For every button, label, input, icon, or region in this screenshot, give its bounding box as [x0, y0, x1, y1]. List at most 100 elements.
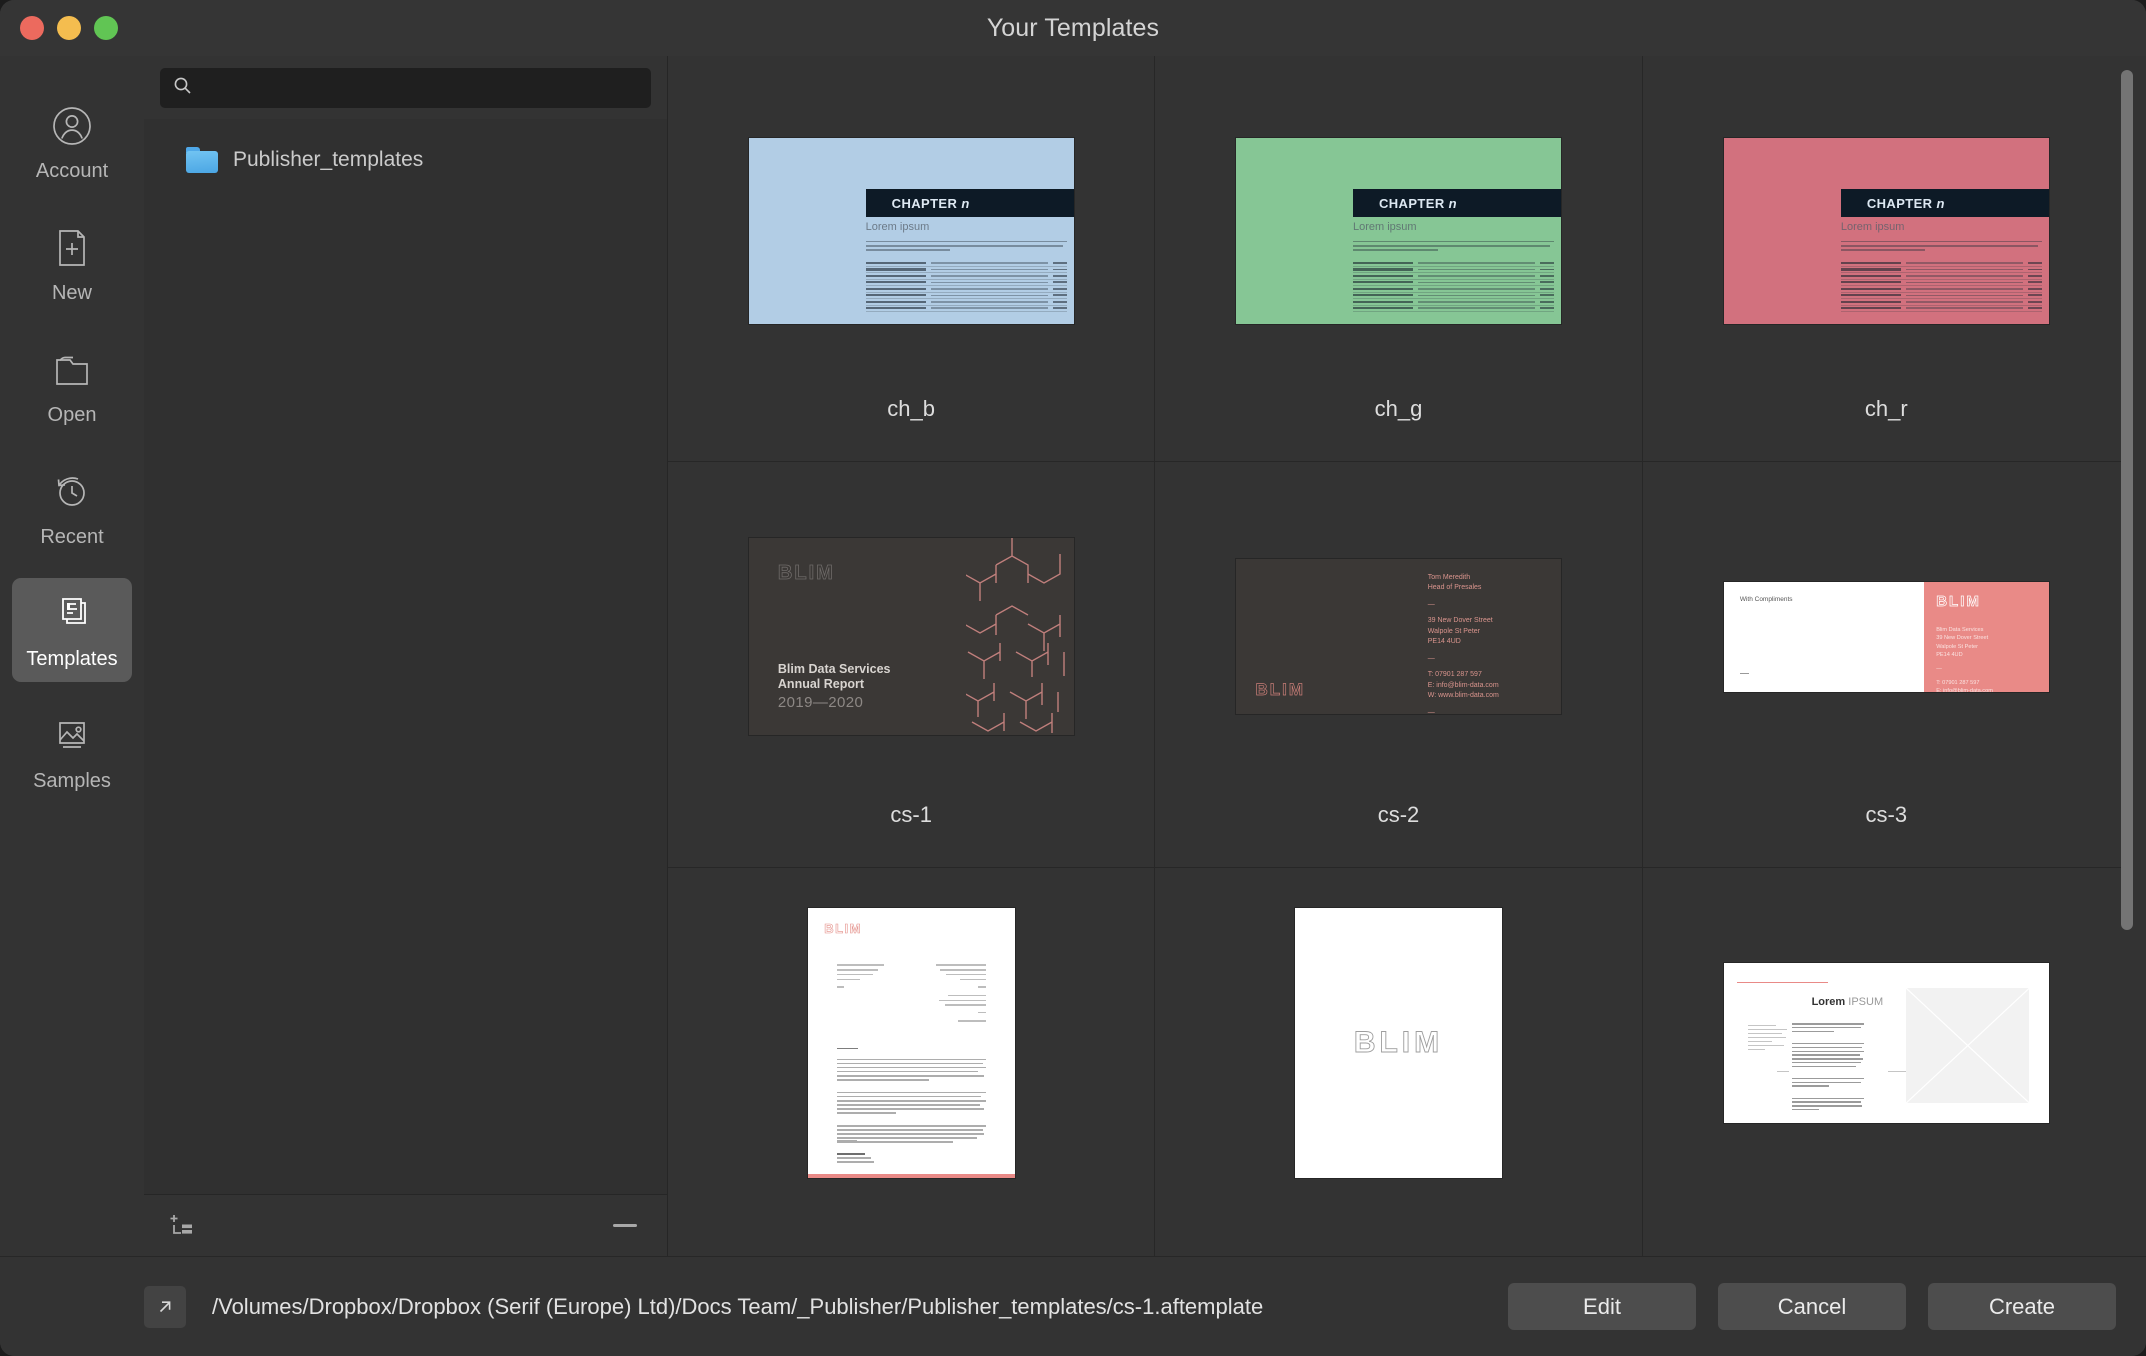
grid-scrollbar[interactable]	[2121, 70, 2133, 930]
chapter-band-italic: n	[1936, 196, 1944, 211]
template-label-cs-2: cs-2	[1378, 802, 1420, 828]
template-label-cs-1: cs-1	[890, 802, 932, 828]
template-label-ch_g: ch_g	[1375, 396, 1423, 422]
sidebar-item-account[interactable]: Account	[12, 90, 132, 194]
thumbnail-ch_b: CHAPTER n Lorem ipsum	[749, 138, 1074, 324]
lorem-body-column	[1792, 1023, 1864, 1112]
sidebar-label-new: New	[52, 282, 92, 305]
sidebar: Account New	[0, 56, 144, 1256]
cs1-title-line2: Annual Report	[778, 677, 864, 691]
open-icon	[49, 347, 95, 393]
templates-grid-area[interactable]: CHAPTER n Lorem ipsum	[668, 56, 2146, 1256]
sidebar-item-samples[interactable]: Samples	[12, 700, 132, 804]
template-cell-cs-2[interactable]: Tom Meredith Head of Presales — 39 New D…	[1155, 462, 1642, 868]
sidebar-label-open: Open	[48, 404, 97, 427]
thumbnail-wrap: CHAPTER n Lorem ipsum	[668, 96, 1154, 366]
cs3-left-page: With Compliments	[1724, 582, 1924, 692]
lorem-sidebar-text	[1748, 1025, 1787, 1053]
templates-grid: CHAPTER n Lorem ipsum	[668, 56, 2130, 1256]
template-cell-ch_b[interactable]: CHAPTER n Lorem ipsum	[668, 56, 1155, 462]
cs3-line3: PE14 4UD	[1936, 652, 1962, 658]
folder-list: Publisher_templates	[144, 119, 667, 1194]
template-cell-logo-page[interactable]: BLIM	[1155, 868, 1642, 1256]
template-cell-ch_g[interactable]: CHAPTER n Lorem ipsum	[1155, 56, 1642, 462]
letterhead-accent-bar	[808, 1174, 1015, 1178]
search-box[interactable]	[160, 68, 651, 108]
thumbnail-wrap: BLIM	[668, 908, 1154, 1178]
sidebar-label-recent: Recent	[40, 526, 103, 549]
cs3-divider-1: —	[1936, 666, 1942, 672]
template-cell-lorem-spread[interactable]: Lorem IPSUM	[1643, 868, 2130, 1256]
contact-role: Head of Presales	[1428, 584, 1482, 591]
search-input[interactable]	[202, 77, 638, 98]
window-body: Account New	[0, 56, 2146, 1256]
templates-icon	[49, 591, 95, 637]
sidebar-item-new[interactable]: New	[12, 212, 132, 316]
chapter-band: CHAPTER n	[866, 189, 1074, 218]
sidebar-label-samples: Samples	[33, 770, 111, 793]
chapter-toc	[1841, 260, 2043, 312]
chapter-paragraph	[1353, 241, 1555, 254]
letterhead-body	[837, 1059, 986, 1146]
chapter-band-text: CHAPTER	[1379, 196, 1445, 211]
template-cell-cs-3[interactable]: With Compliments BLIM Blim Data Services…	[1643, 462, 2130, 868]
divider-1: —	[1428, 601, 1435, 608]
chapter-band: CHAPTER n	[1353, 189, 1561, 218]
thumbnail-ch_g: CHAPTER n Lorem ipsum	[1236, 138, 1561, 324]
sidebar-label-templates: Templates	[26, 648, 117, 671]
template-cell-ch_r[interactable]: CHAPTER n Lorem ipsum	[1643, 56, 2130, 462]
letterhead-salutation	[837, 1048, 878, 1052]
template-cell-letterhead[interactable]: BLIM	[668, 868, 1155, 1256]
letterhead-signoff	[837, 1140, 878, 1144]
templates-window: Your Templates Account	[0, 0, 2146, 1356]
add-folder-button[interactable]	[168, 1211, 202, 1241]
contact-address-3: PE14 4UD	[1428, 638, 1461, 645]
folder-icon	[186, 147, 218, 173]
title-bar: Your Templates	[0, 0, 2146, 56]
cs2-logo: BLIM	[1255, 680, 1305, 700]
folder-panel-footer	[144, 1194, 667, 1256]
thumbnail-cs-2: Tom Meredith Head of Presales — 39 New D…	[1236, 559, 1561, 714]
template-path: /Volumes/Dropbox/Dropbox (Serif (Europe)…	[212, 1294, 1486, 1320]
folder-item-label: Publisher_templates	[233, 148, 423, 172]
chapter-band-text: CHAPTER	[1867, 196, 1933, 211]
business-card-details: Tom Meredith Head of Presales — 39 New D…	[1428, 573, 1499, 714]
edit-button[interactable]: Edit	[1508, 1283, 1696, 1330]
chapter-band: CHAPTER n	[1841, 189, 2049, 218]
sidebar-item-recent[interactable]: Recent	[12, 456, 132, 560]
letterhead-sender-block	[837, 964, 889, 991]
divider-2: —	[1428, 655, 1435, 662]
lorem-title: Lorem IPSUM	[1812, 996, 1884, 1008]
thumbnail-letterhead: BLIM	[808, 908, 1015, 1178]
cs3-accent-panel: BLIM Blim Data Services 39 New Dover Str…	[1924, 582, 2049, 692]
sidebar-item-open[interactable]: Open	[12, 334, 132, 438]
lorem-title-light: IPSUM	[1848, 996, 1883, 1008]
create-button[interactable]: Create	[1928, 1283, 2116, 1330]
new-icon	[49, 225, 95, 271]
lorem-title-bold: Lorem	[1812, 996, 1846, 1008]
folder-item-publisher-templates[interactable]: Publisher_templates	[144, 141, 667, 179]
template-cell-cs-1[interactable]: BLIM Blim Data Services Annual Report 20…	[668, 462, 1155, 868]
recent-icon	[49, 469, 95, 515]
thumbnail-cs-3: With Compliments BLIM Blim Data Services…	[1724, 582, 2049, 692]
cs3-logo: BLIM	[1936, 593, 1981, 610]
cs3-address: Blim Data Services 39 New Dover Street W…	[1936, 626, 1993, 692]
chapter-subtitle: Lorem ipsum	[1353, 221, 1555, 233]
contact-address-2: Walpole St Peter	[1428, 628, 1480, 635]
contact-email: E: info@blim-data.com	[1428, 682, 1499, 689]
remove-folder-button[interactable]	[613, 1224, 637, 1227]
thumbnail-cs-1: BLIM Blim Data Services Annual Report 20…	[749, 538, 1074, 735]
chapter-subtitle: Lorem ipsum	[1841, 221, 2043, 233]
chapter-paragraph	[1841, 241, 2043, 254]
thumbnail-wrap: Lorem IPSUM	[1643, 908, 2130, 1178]
cancel-button[interactable]: Cancel	[1718, 1283, 1906, 1330]
thumbnail-wrap: With Compliments BLIM Blim Data Services…	[1643, 502, 2130, 772]
chapter-band-text: CHAPTER	[892, 196, 958, 211]
reveal-in-finder-button[interactable]	[144, 1286, 186, 1328]
contact-name: Tom Meredith	[1428, 574, 1470, 581]
thumbnail-wrap: Tom Meredith Head of Presales — 39 New D…	[1155, 502, 1641, 772]
blim-logo: BLIM	[1354, 1026, 1443, 1060]
chapter-subtitle: Lorem ipsum	[866, 221, 1068, 233]
sidebar-item-templates[interactable]: Templates	[12, 578, 132, 682]
window-title: Your Templates	[0, 14, 2146, 43]
